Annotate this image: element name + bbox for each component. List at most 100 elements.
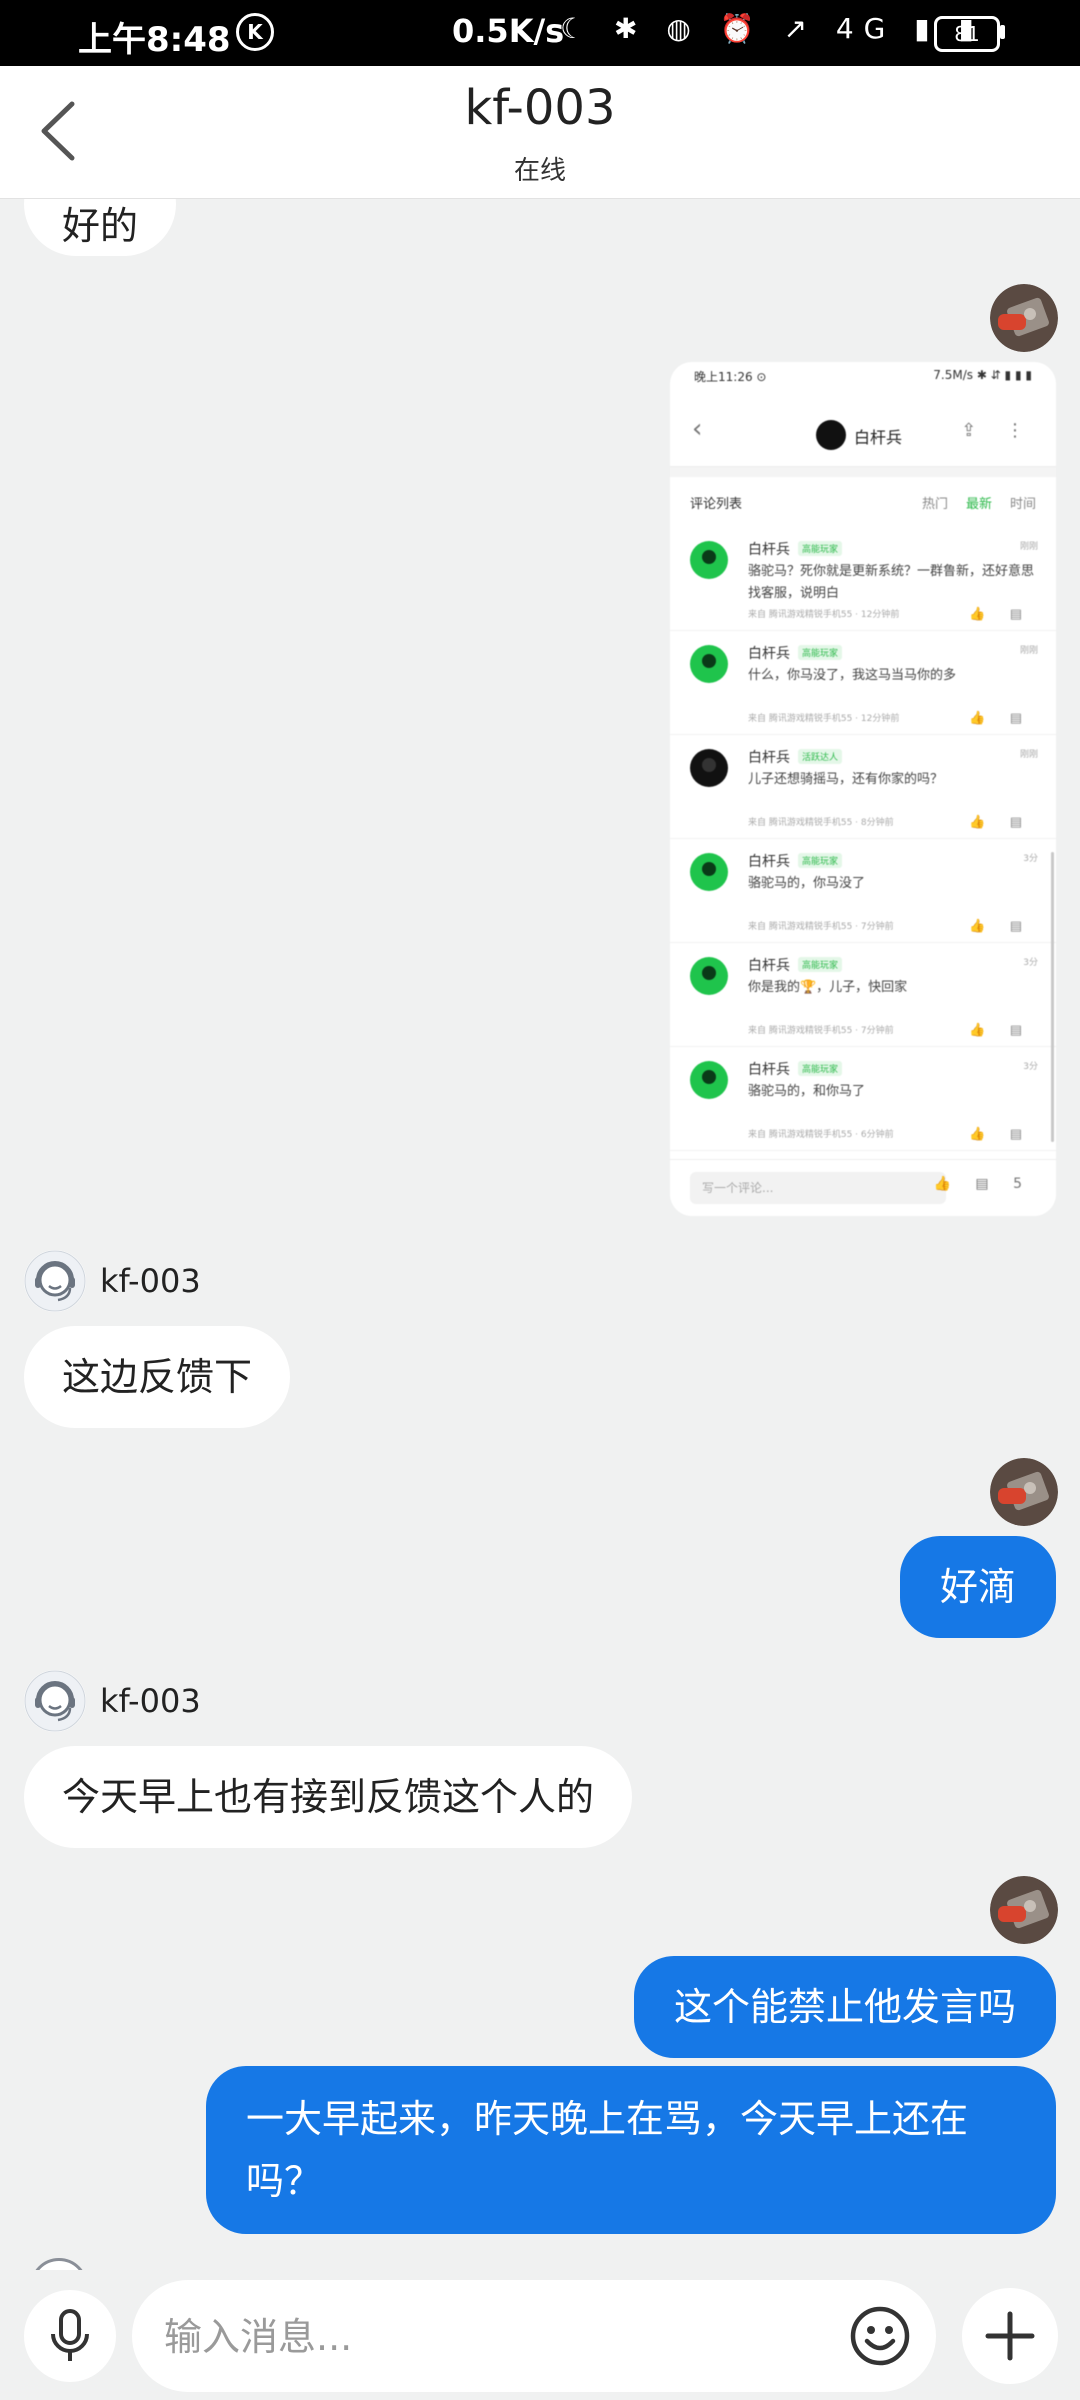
- screenshot-comment-name: 白杆兵: [748, 646, 790, 662]
- screenshot-comment-meta: 来自 腾讯游戏精锐手机55 · 8分钟前: [748, 818, 894, 828]
- screenshot-comment-avatar: [690, 957, 728, 995]
- screenshot-status-left: 晚上11:26 ⊙: [694, 370, 767, 384]
- network-speed: 0.5K/s: [452, 12, 565, 50]
- screenshot-comment-input: 写一个评论...: [690, 1172, 946, 1204]
- message-text: 这个能禁止他发言吗: [673, 1985, 1016, 2029]
- screenshot-comment-tag: 高能玩家: [798, 853, 843, 868]
- screenshot-comment-time: 3分: [1023, 958, 1038, 968]
- emoji-icon[interactable]: [848, 2304, 912, 2368]
- screenshot-comment-avatar: [690, 1061, 728, 1099]
- screenshot-comment: 白杆兵 高能玩家 刚刚什么，你马没了，我这马当马你的多来自 腾讯游戏精锐手机55 ·…: [670, 631, 1056, 735]
- screenshot-header-name: 白杆兵: [854, 428, 903, 447]
- online-status: 在线: [513, 156, 566, 186]
- message-text: 这边反馈下: [62, 1355, 253, 1399]
- screenshot-comment-name: 白杆兵: [748, 958, 790, 974]
- more-options-button[interactable]: [962, 2288, 1058, 2384]
- screenshot-filter-time: 时间: [1009, 496, 1036, 512]
- screenshot-bottom-count: 5: [1013, 1176, 1032, 1192]
- screenshot-scrollbar: [1051, 852, 1054, 1142]
- screenshot-comment-meta: 来自 腾讯游戏精锐手机55 · 7分钟前: [748, 922, 894, 932]
- screenshot-comment: 白杆兵 高能玩家 3分骆驼马的，和你马了来自 腾讯游戏精锐手机55 · 6分钟前 👍 …: [670, 1047, 1056, 1151]
- screenshot-comment-text: 什么，你马没了，我这马当马你的多: [748, 668, 957, 683]
- screenshot-comment-text: 儿子还想骑摇马，还有你家的吗？: [748, 772, 944, 787]
- screenshot-comment-tag: 高能玩家: [798, 541, 843, 556]
- screenshot-bottom-bar: 写一个评论... 👍 ▤ 5: [670, 1159, 1056, 1216]
- screenshot-filter-title: 评论列表: [690, 496, 743, 512]
- message-text: 好滴: [939, 1565, 1016, 1609]
- microphone-icon: [51, 2309, 89, 2361]
- screenshot-back-icon: ‹: [692, 414, 703, 444]
- screenshot-comment: 白杆兵 高能玩家 3分你是我的🏆，儿子，快回家来自 腾讯游戏精锐手机55 · 7分钟…: [670, 943, 1056, 1047]
- screenshot-filter-bar: 评论列表 热门 最新 时间: [670, 477, 1056, 527]
- screenshot-comment-meta: 来自 腾讯游戏精锐手机55 · 6分钟前: [748, 1130, 894, 1140]
- plus-icon: [985, 2311, 1035, 2361]
- screenshot-comment-name: 白杆兵: [748, 750, 790, 766]
- screenshot-comment-actions-icons: 👍 ▤: [969, 919, 1032, 934]
- screenshot-comment-tag: 高能玩家: [798, 957, 843, 972]
- message-bubble-agent: 这边反馈下: [24, 1326, 291, 1428]
- screenshot-filter-hot: 热门: [921, 496, 948, 512]
- agent-avatar-icon[interactable]: [24, 1670, 86, 1732]
- message-text: 好的: [62, 204, 139, 248]
- screenshot-comment-name: 白杆兵: [748, 542, 790, 558]
- screenshot-comment-text: 骆驼马？死你就是更新系统？一群鲁新，还好意思找客服，说明白: [748, 564, 1035, 601]
- chat-header-cover: kf-003 在线: [0, 66, 1080, 199]
- screenshot-comment-avatar: [690, 541, 728, 579]
- screenshot-comment-actions-icons: 👍 ▤: [969, 815, 1032, 830]
- agent-name: kf-003: [100, 1262, 201, 1300]
- screenshot-comment-time: 刚刚: [1019, 750, 1038, 760]
- screenshot-comment-actions-icons: 👍 ▤: [969, 1023, 1032, 1038]
- screenshot-avatar: [816, 420, 846, 450]
- message-input[interactable]: [162, 2280, 846, 2394]
- screenshot-filter-new: 最新: [965, 496, 992, 512]
- screenshot-comment-text: 你是我的🏆，儿子，快回家: [748, 980, 908, 995]
- screenshot-comment-time: 3分: [1023, 1062, 1038, 1072]
- message-text: 今天早上也有接到反馈这个人的: [62, 1775, 595, 1819]
- screenshot-comment-avatar: [690, 645, 728, 683]
- user-avatar[interactable]: [990, 284, 1058, 352]
- screenshot-comment-actions-icons: 👍 ▤: [969, 711, 1032, 726]
- user-avatar[interactable]: [990, 1458, 1058, 1526]
- screenshot-status-right: 7.5M/s ✱ ⇵ ▮ ▮ ▮: [933, 368, 1032, 382]
- agent-name: kf-003: [100, 1682, 201, 1720]
- message-bubble-agent: 今天早上也有接到反馈这个人的: [24, 1746, 633, 1848]
- agent-avatar-icon[interactable]: [24, 1250, 86, 1312]
- screenshot-gap: [670, 467, 1056, 477]
- screenshot-comment-actions-icons: 👍 ▤: [969, 1127, 1032, 1142]
- message-input-bar: [0, 2270, 1080, 2400]
- k-badge-icon: K: [236, 13, 274, 51]
- screenshot-comment-text: 骆驼马的，你马没了: [748, 876, 866, 891]
- message-text: 一大早起来，昨天晚上在骂，今天早上还在吗？: [246, 2097, 969, 2203]
- voice-button[interactable]: [24, 2290, 116, 2382]
- screenshot-comment-name: 白杆兵: [748, 854, 790, 870]
- message-bubble-user: 这个能禁止他发言吗: [633, 1956, 1056, 2058]
- user-avatar[interactable]: [990, 1876, 1058, 1944]
- screenshot-comment-text: 骆驼马的，和你马了: [748, 1084, 866, 1099]
- battery-tip: [1000, 25, 1005, 39]
- screenshot-comment-name: 白杆兵: [748, 1062, 790, 1078]
- screenshot-share-more-icons: ⇪ ⋮: [961, 420, 1036, 441]
- screenshot-comment-actions-icons: 👍 ▤: [969, 607, 1032, 622]
- screenshot-comment-tag: 高能玩家: [798, 1061, 843, 1076]
- screenshot-comment-meta: 来自 腾讯游戏精锐手机55 · 12分钟前: [748, 714, 900, 724]
- screenshot-comment: 白杆兵 活跃达人 刚刚儿子还想骑摇马，还有你家的吗？ 来自 腾讯游戏精锐手机55 · …: [670, 735, 1056, 839]
- screenshot-comment-meta: 来自 腾讯游戏精锐手机55 · 7分钟前: [748, 1026, 894, 1036]
- screenshot-comment-avatar: [690, 853, 728, 891]
- screenshot-status-bar: 晚上11:26 ⊙ 7.5M/s ✱ ⇵ ▮ ▮ ▮: [670, 362, 1056, 396]
- screenshot-comment-time: 刚刚: [1019, 646, 1038, 656]
- screenshot-bottom-icons: 👍 ▤ 5: [933, 1176, 1032, 1192]
- status-time: 上午8:48: [78, 20, 231, 60]
- image-message-screenshot[interactable]: 晚上11:26 ⊙ 7.5M/s ✱ ⇵ ▮ ▮ ▮ ‹ 白杆兵 ⇪ ⋮ 评论列…: [670, 362, 1056, 1216]
- status-icons: ☾ ✱ ◍ ⏰ ↗ 4G ▮ ▮: [560, 12, 984, 45]
- screenshot-comment-tag: 活跃达人: [798, 749, 843, 764]
- screenshot-comment: 白杆兵 高能玩家 3分骆驼马的，你马没了来自 腾讯游戏精锐手机55 · 7分钟前 👍 …: [670, 839, 1056, 943]
- screenshot-comment: 白杆兵 高能玩家 刚刚 骆驼马？死你就是更新系统？一群鲁新，还好意思找客服，说明白 来自…: [670, 527, 1056, 631]
- screenshot-comment-tag: 高能玩家: [798, 645, 843, 660]
- message-bubble-user: 好滴: [899, 1536, 1056, 1638]
- battery-icon: 81: [934, 16, 1000, 52]
- message-bubble-user: 一大早起来，昨天晚上在骂，今天早上还在吗？: [206, 2066, 1056, 2234]
- screenshot-comment-avatar: [690, 749, 728, 787]
- chat-title: kf-003: [464, 80, 616, 136]
- screenshot-comment-time: 3分: [1023, 854, 1038, 864]
- screenshot-comment-list: 白杆兵 高能玩家 刚刚 骆驼马？死你就是更新系统？一群鲁新，还好意思找客服，说明白 来自…: [670, 527, 1056, 1151]
